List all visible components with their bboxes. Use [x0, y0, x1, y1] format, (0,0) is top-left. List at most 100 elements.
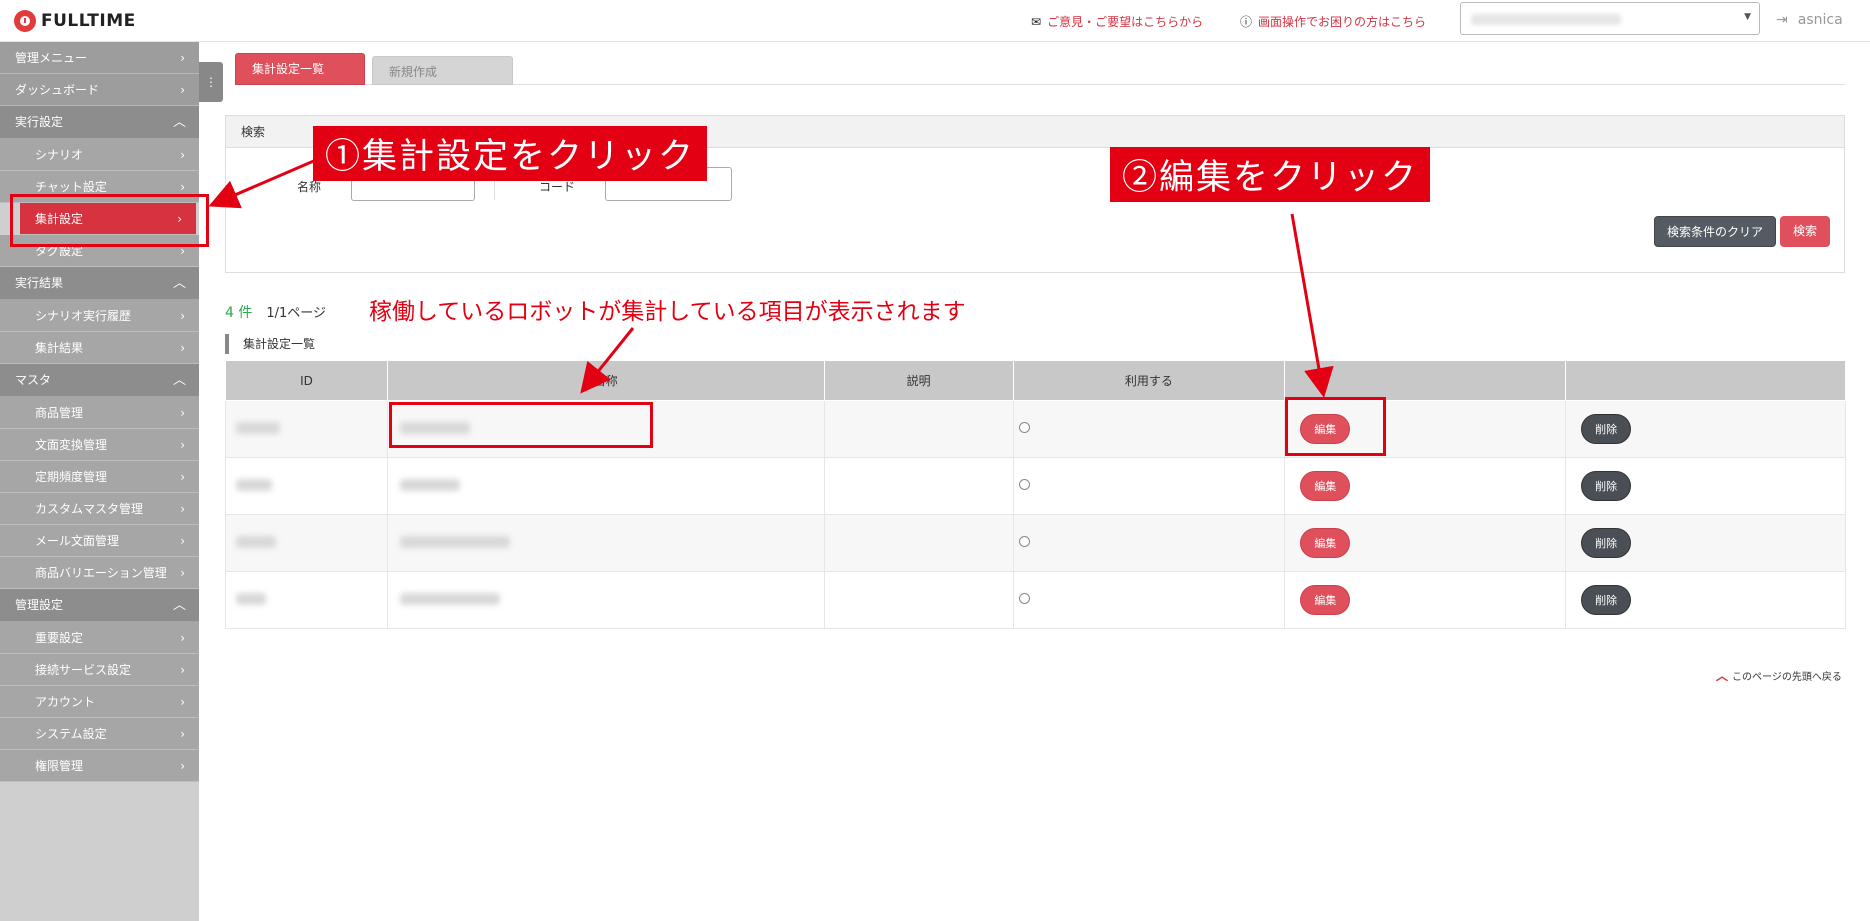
sidebar: 管理メニュー › ダッシュボード › 実行設定 ︿ シナリオ › チャット設定 … [0, 42, 199, 921]
sidebar-item-product-variation[interactable]: 商品バリエーション管理 › [0, 557, 199, 589]
use-radio[interactable] [1018, 479, 1030, 490]
sidebar-toggle-button[interactable]: ⋮ [199, 62, 223, 102]
row-description [823, 514, 1014, 572]
sidebar-item-aggregation-results[interactable]: 集計結果 › [0, 332, 199, 364]
table-row: 編集 削除 [225, 514, 1846, 572]
tab-aggregation-list[interactable]: 集計設定一覧 [235, 53, 365, 85]
sidebar-item-connected-services[interactable]: 接続サービス設定 › [0, 654, 199, 686]
sidebar-item-admin-menu[interactable]: 管理メニュー › [0, 42, 199, 74]
chevron-right-icon: › [180, 341, 185, 355]
list-title: 集計設定一覧 [225, 334, 315, 354]
feedback-link[interactable]: ✉ ご意見・ご要望はこちらから [1031, 13, 1203, 30]
sidebar-item-label: 商品バリエーション管理 [35, 566, 167, 580]
column-header-use: 利用する [1012, 360, 1286, 401]
annotation-step1: ①集計設定をクリック [313, 126, 708, 181]
delete-button[interactable]: 削除 [1581, 471, 1632, 501]
sidebar-item-dashboard[interactable]: ダッシュボード › [0, 74, 199, 106]
back-to-top-link[interactable]: ︿ このページの先頭へ戻る [1716, 667, 1842, 684]
tab-create-new[interactable]: 新規作成 [372, 56, 513, 85]
column-header-description: 説明 [823, 360, 1014, 401]
feedback-link-label: ご意見・ご要望はこちらから [1047, 15, 1204, 29]
row-name [399, 592, 500, 605]
row-name [399, 535, 510, 548]
row-description [823, 457, 1014, 515]
tab-bar: 集計設定一覧 新規作成 [235, 53, 1845, 85]
sidebar-section-title: 管理設定 [15, 598, 64, 612]
clear-conditions-button[interactable]: 検索条件のクリア [1654, 216, 1776, 247]
chevron-right-icon: › [180, 470, 185, 484]
sidebar-item-system-settings[interactable]: システム設定 › [0, 718, 199, 750]
sidebar-section-results[interactable]: 実行結果 ︿ [0, 267, 199, 300]
sidebar-item-scenario-history[interactable]: シナリオ実行履歴 › [0, 300, 199, 332]
use-radio[interactable] [1018, 422, 1030, 433]
chevron-up-icon: ︿ [172, 276, 186, 291]
username: asnica [1797, 12, 1843, 28]
top-header: FULLTIME ✉ ご意見・ご要望はこちらから ⓘ 画面操作でお困りの方はこち… [0, 0, 1870, 42]
sidebar-item-label: チャット設定 [35, 180, 107, 194]
chevron-right-icon: › [180, 438, 185, 452]
chevron-right-icon: › [180, 406, 185, 420]
sidebar-item-label: 管理メニュー [15, 51, 88, 65]
sidebar-item-label: メール文面管理 [35, 534, 120, 548]
use-radio[interactable] [1018, 593, 1030, 604]
chevron-right-icon: › [180, 566, 185, 580]
chevron-right-icon: › [180, 759, 185, 773]
chevron-right-icon: › [180, 534, 185, 548]
sidebar-item-mail-text[interactable]: メール文面管理 › [0, 525, 199, 557]
edit-button[interactable]: 編集 [1300, 471, 1351, 501]
logout-area[interactable]: ⇥ asnica [1776, 12, 1843, 28]
annotation-note: 稼働しているロボットが集計している項目が表示されます [369, 298, 966, 324]
row-description [823, 571, 1014, 629]
table-row: 編集 削除 [225, 571, 1846, 629]
back-to-top-label: このページの先頭へ戻る [1732, 672, 1842, 683]
sidebar-item-account[interactable]: アカウント › [0, 686, 199, 718]
sidebar-item-important-settings[interactable]: 重要設定 › [0, 622, 199, 654]
sidebar-section-title: 実行結果 [15, 276, 64, 290]
organization-select[interactable]: ▼ [1460, 2, 1760, 35]
table-row: 編集 削除 [225, 457, 1846, 515]
sidebar-item-frequency[interactable]: 定期頻度管理 › [0, 461, 199, 493]
sidebar-section-admin[interactable]: 管理設定 ︿ [0, 589, 199, 622]
page-indicator: 1/1ページ [266, 306, 327, 321]
chevron-right-icon: › [180, 631, 185, 645]
row-name [399, 478, 460, 491]
logo-text: FULLTIME [41, 11, 136, 31]
sidebar-section-master[interactable]: マスタ ︿ [0, 364, 199, 397]
delete-button[interactable]: 削除 [1581, 585, 1632, 615]
chevron-right-icon: › [180, 51, 185, 65]
sidebar-item-label: ダッシュボード [15, 83, 100, 97]
sidebar-item-products[interactable]: 商品管理 › [0, 397, 199, 429]
chevron-up-icon: ︿ [172, 373, 186, 388]
sidebar-item-custom-master[interactable]: カスタムマスタ管理 › [0, 493, 199, 525]
help-link-label: 画面操作でお困りの方はこちら [1258, 15, 1427, 29]
column-header-id: ID [225, 360, 388, 401]
sidebar-section-execution[interactable]: 実行設定 ︿ [0, 106, 199, 139]
row-id [236, 535, 276, 548]
table-header-row: ID 名称 説明 利用する [225, 360, 1846, 401]
sidebar-item-label: シナリオ実行履歴 [35, 309, 132, 323]
column-header-name: 名称 [386, 360, 825, 401]
logo-icon [14, 10, 36, 32]
chevron-right-icon: › [180, 695, 185, 709]
sidebar-item-label: 文面変換管理 [35, 438, 108, 452]
row-id [236, 478, 272, 491]
sidebar-item-permissions[interactable]: 権限管理 › [0, 750, 199, 782]
chevron-right-icon: › [180, 83, 185, 97]
use-radio[interactable] [1018, 536, 1030, 547]
result-count-value: 4 件 [225, 305, 253, 321]
annotation-step2: ②編集をクリック [1110, 147, 1431, 202]
edit-button[interactable]: 編集 [1300, 528, 1351, 558]
sidebar-item-label: 権限管理 [35, 759, 84, 773]
search-button[interactable]: 検索 [1780, 216, 1830, 247]
column-header-delete [1565, 360, 1846, 401]
delete-button[interactable]: 削除 [1581, 528, 1632, 558]
sidebar-item-scenario[interactable]: シナリオ › [0, 139, 199, 171]
row-description [823, 400, 1014, 458]
edit-button[interactable]: 編集 [1300, 585, 1351, 615]
chevron-up-icon: ︿ [172, 115, 186, 130]
sidebar-item-text-conversion[interactable]: 文面変換管理 › [0, 429, 199, 461]
info-icon: ⓘ [1240, 15, 1253, 29]
delete-button[interactable]: 削除 [1581, 414, 1632, 444]
logo[interactable]: FULLTIME [14, 10, 136, 32]
help-link[interactable]: ⓘ 画面操作でお困りの方はこちら [1240, 13, 1426, 30]
